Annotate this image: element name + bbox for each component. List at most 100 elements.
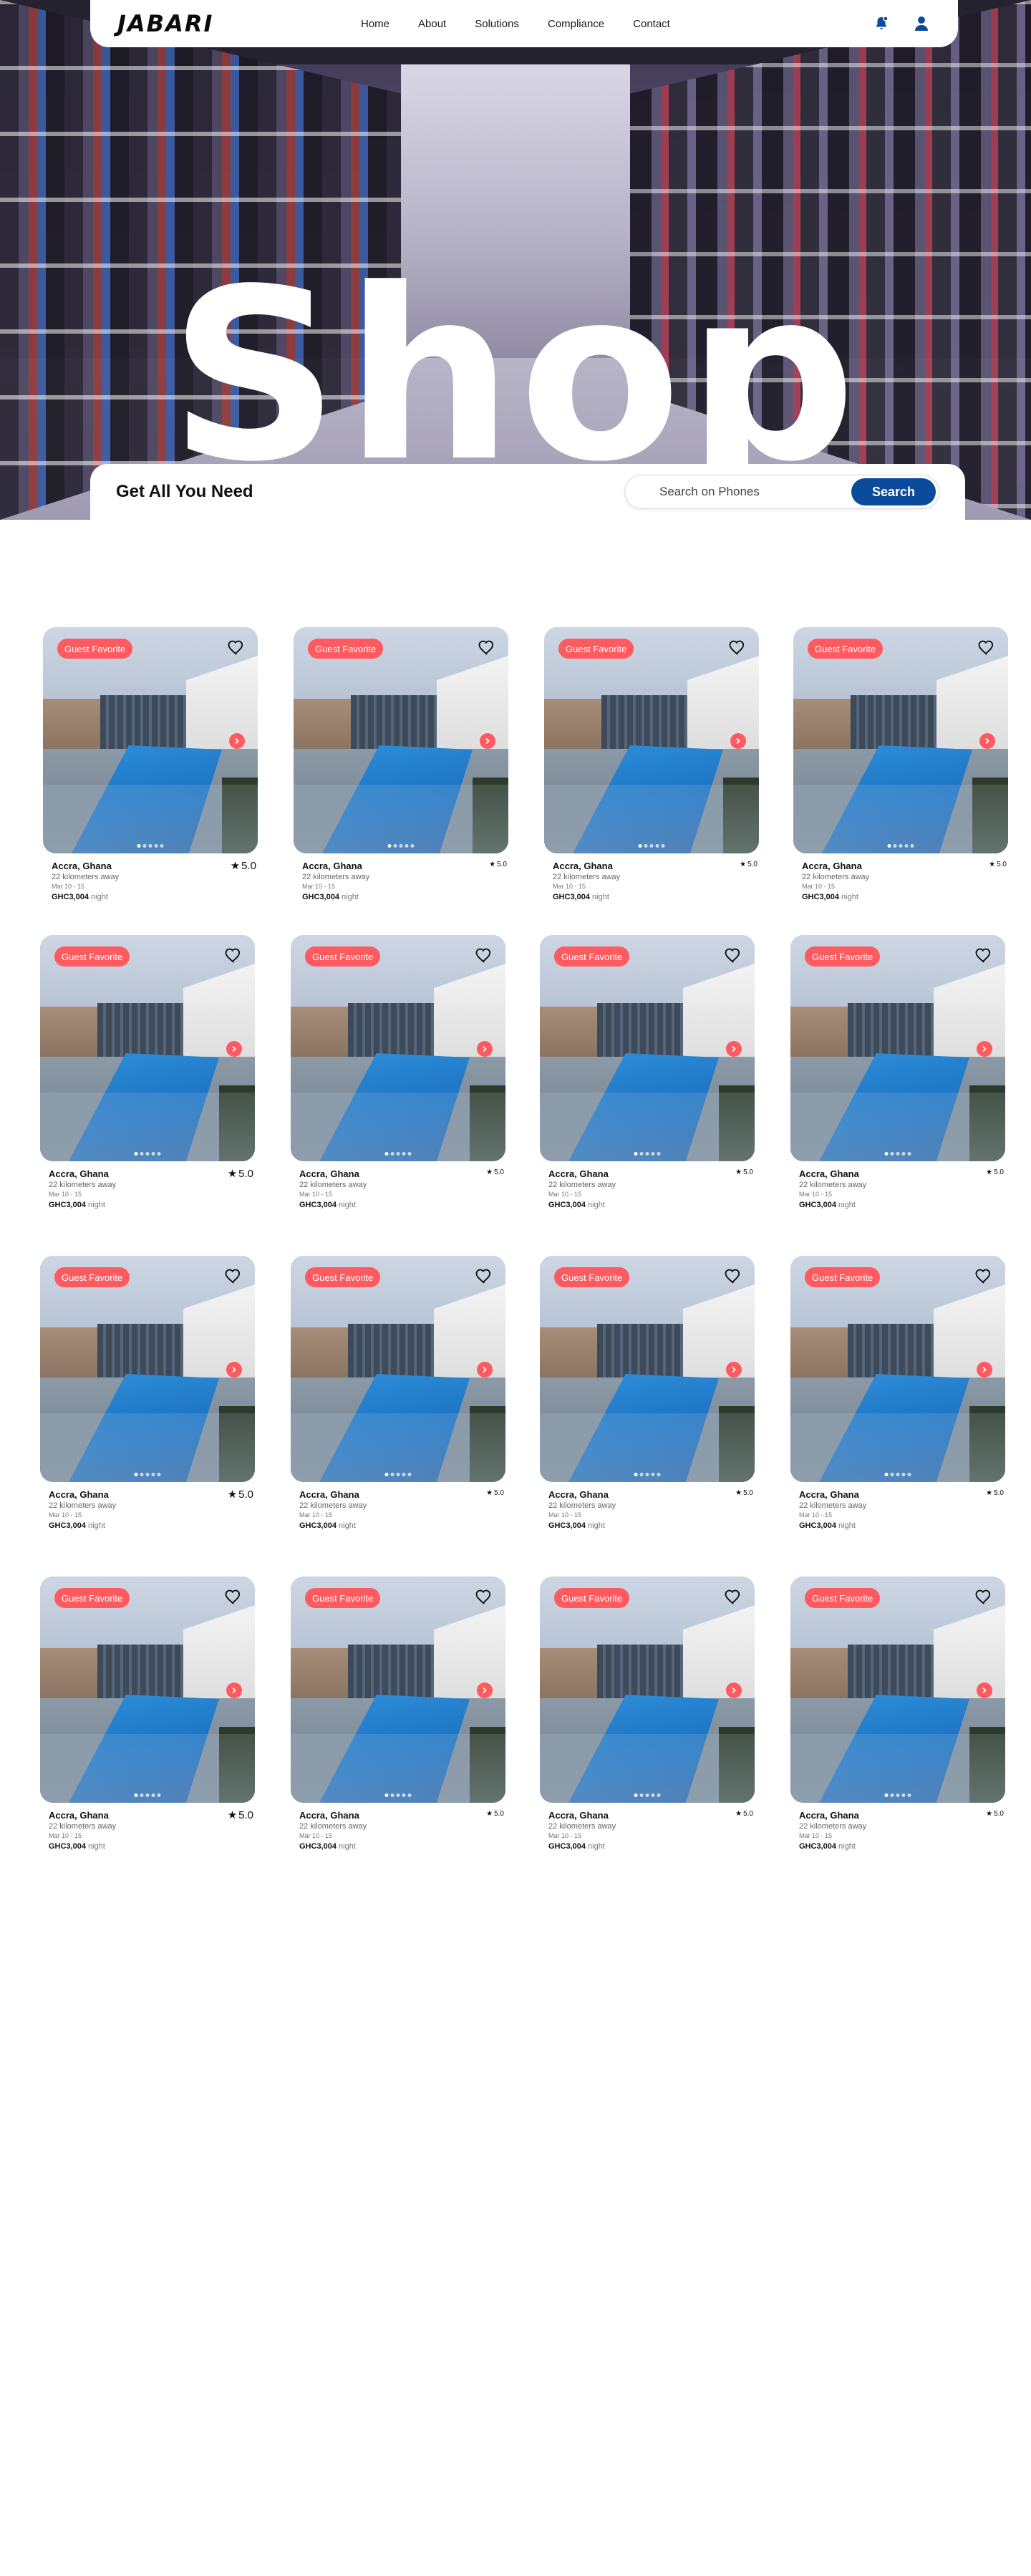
listing-photo[interactable]: Guest Favorite xyxy=(291,935,505,1161)
listing-photo[interactable]: Guest Favorite xyxy=(540,1256,755,1482)
next-photo-arrow-icon[interactable] xyxy=(229,733,245,749)
listing-photo[interactable]: Guest Favorite xyxy=(790,1577,1005,1803)
next-photo-arrow-icon[interactable] xyxy=(730,733,746,749)
listing-rating: ★ 5.0 xyxy=(228,1488,253,1501)
listing-card[interactable]: Guest Favorite Accra, Ghana 22 kilometer… xyxy=(291,1577,505,1851)
notification-bell-icon[interactable] xyxy=(872,14,891,33)
listing-location: Accra, Ghana xyxy=(302,861,362,871)
listing-rating: ★ 5.0 xyxy=(735,1489,753,1497)
next-photo-arrow-icon[interactable] xyxy=(979,733,995,749)
listing-card[interactable]: Guest Favorite Accra, Ghana 22 kilometer… xyxy=(291,935,505,1209)
nav-link-contact[interactable]: Contact xyxy=(633,18,670,30)
listing-card[interactable]: Guest Favorite Accra, Ghana 22 kilometer… xyxy=(540,1256,755,1530)
listing-card[interactable]: Guest Favorite Accra, Ghana 22 kilometer… xyxy=(40,1256,255,1530)
nav-link-home[interactable]: Home xyxy=(361,18,389,30)
listing-card[interactable]: Guest Favorite Accra, Ghana 22 kilometer… xyxy=(291,1256,505,1530)
pagination-dot xyxy=(655,844,659,848)
heart-icon[interactable] xyxy=(223,945,243,965)
listing-photo[interactable]: Guest Favorite xyxy=(294,627,508,853)
heart-icon[interactable] xyxy=(477,637,497,657)
heart-icon[interactable] xyxy=(974,945,994,965)
listing-rating: ★ 5.0 xyxy=(735,1168,753,1176)
price-unit: night xyxy=(91,893,108,901)
star-icon: ★ xyxy=(986,1489,993,1497)
heart-icon[interactable] xyxy=(723,1266,743,1286)
rating-value: 5.0 xyxy=(238,1808,253,1821)
listing-card[interactable]: Guest Favorite Accra, Ghana 22 kilometer… xyxy=(544,627,759,901)
listing-photo[interactable]: Guest Favorite xyxy=(40,1577,255,1803)
listing-dates: Mar 10 - 15 xyxy=(49,1832,82,1839)
listing-photo[interactable]: Guest Favorite xyxy=(291,1577,505,1803)
listing-photo[interactable]: Guest Favorite xyxy=(790,1256,1005,1482)
listing-photo[interactable]: Guest Favorite xyxy=(540,1577,755,1803)
listing-card[interactable]: Guest Favorite Accra, Ghana 22 kilometer… xyxy=(793,627,1008,901)
heart-icon[interactable] xyxy=(474,945,494,965)
heart-icon[interactable] xyxy=(723,945,743,965)
listing-photo[interactable]: Guest Favorite xyxy=(43,627,258,853)
next-photo-arrow-icon[interactable] xyxy=(226,1041,242,1057)
listing-card[interactable]: Guest Favorite Accra, Ghana 22 kilometer… xyxy=(540,1577,755,1851)
heart-icon[interactable] xyxy=(727,637,747,657)
heart-icon[interactable] xyxy=(223,1266,243,1286)
next-photo-arrow-icon[interactable] xyxy=(977,1362,992,1377)
listing-card[interactable]: Guest Favorite Accra, Ghana 22 kilometer… xyxy=(540,935,755,1209)
listing-card[interactable]: Guest Favorite Accra, Ghana 22 kilometer… xyxy=(790,1256,1005,1530)
price-unit: night xyxy=(88,1521,105,1530)
heart-icon[interactable] xyxy=(226,637,246,657)
listing-info: Accra, Ghana 22 kilometers away Mar 10 -… xyxy=(540,1482,755,1530)
next-photo-arrow-icon[interactable] xyxy=(477,1041,493,1057)
listing-card[interactable]: Guest Favorite Accra, Ghana 22 kilometer… xyxy=(790,1577,1005,1851)
next-photo-arrow-icon[interactable] xyxy=(226,1362,242,1377)
star-icon: ★ xyxy=(986,1168,993,1176)
photo-pagination-dots xyxy=(134,1793,161,1797)
heart-icon[interactable] xyxy=(474,1587,494,1607)
heart-icon[interactable] xyxy=(974,1587,994,1607)
guest-favorite-badge: Guest Favorite xyxy=(558,639,634,659)
nav-link-solutions[interactable]: Solutions xyxy=(475,18,519,30)
next-photo-arrow-icon[interactable] xyxy=(726,1041,742,1057)
listing-photo[interactable]: Guest Favorite xyxy=(40,1256,255,1482)
next-photo-arrow-icon[interactable] xyxy=(477,1362,493,1377)
listing-card[interactable]: Guest Favorite Accra, Ghana 22 kilometer… xyxy=(40,1577,255,1851)
guest-favorite-badge: Guest Favorite xyxy=(57,639,133,659)
listing-photo[interactable]: Guest Favorite xyxy=(540,935,755,1161)
listing-photo[interactable]: Guest Favorite xyxy=(291,1256,505,1482)
next-photo-arrow-icon[interactable] xyxy=(226,1682,242,1698)
listing-photo[interactable]: Guest Favorite xyxy=(544,627,759,853)
next-photo-arrow-icon[interactable] xyxy=(726,1682,742,1698)
heart-icon[interactable] xyxy=(474,1266,494,1286)
listing-info: Accra, Ghana 22 kilometers away Mar 10 -… xyxy=(793,853,1008,901)
search-button[interactable]: Search xyxy=(851,478,936,505)
heart-icon[interactable] xyxy=(977,637,997,657)
listing-rating: ★ 5.0 xyxy=(740,861,757,868)
pagination-dot xyxy=(157,1473,161,1476)
listing-card[interactable]: Guest Favorite Accra, Ghana 22 kilometer… xyxy=(43,627,258,901)
listing-card[interactable]: Guest Favorite Accra, Ghana 22 kilometer… xyxy=(790,935,1005,1209)
nav-link-compliance[interactable]: Compliance xyxy=(548,18,604,30)
pagination-dot xyxy=(890,1152,894,1156)
next-photo-arrow-icon[interactable] xyxy=(977,1682,992,1698)
price-amount: GHC3,004 xyxy=(299,1521,337,1530)
guest-favorite-badge: Guest Favorite xyxy=(554,1267,630,1287)
photo-pagination-dots xyxy=(634,1793,661,1797)
next-photo-arrow-icon[interactable] xyxy=(977,1041,992,1057)
heart-icon[interactable] xyxy=(723,1587,743,1607)
user-account-icon[interactable] xyxy=(912,14,931,33)
photo-pagination-dots xyxy=(634,1473,661,1476)
photo-glass-rail xyxy=(790,1093,1005,1161)
next-photo-arrow-icon[interactable] xyxy=(477,1682,493,1698)
nav-link-about[interactable]: About xyxy=(418,18,446,30)
star-icon: ★ xyxy=(735,1168,742,1176)
listing-photo[interactable]: Guest Favorite xyxy=(40,935,255,1161)
search-input[interactable] xyxy=(659,485,851,499)
listing-card[interactable]: Guest Favorite Accra, Ghana 22 kilometer… xyxy=(40,935,255,1209)
next-photo-arrow-icon[interactable] xyxy=(480,733,495,749)
next-photo-arrow-icon[interactable] xyxy=(726,1362,742,1377)
listing-card[interactable]: Guest Favorite Accra, Ghana 22 kilometer… xyxy=(294,627,508,901)
listing-photo[interactable]: Guest Favorite xyxy=(793,627,1008,853)
heart-icon[interactable] xyxy=(223,1587,243,1607)
listing-location: Accra, Ghana xyxy=(799,1489,859,1500)
heart-icon[interactable] xyxy=(974,1266,994,1286)
logo[interactable]: JABARI xyxy=(117,10,304,37)
listing-photo[interactable]: Guest Favorite xyxy=(790,935,1005,1161)
